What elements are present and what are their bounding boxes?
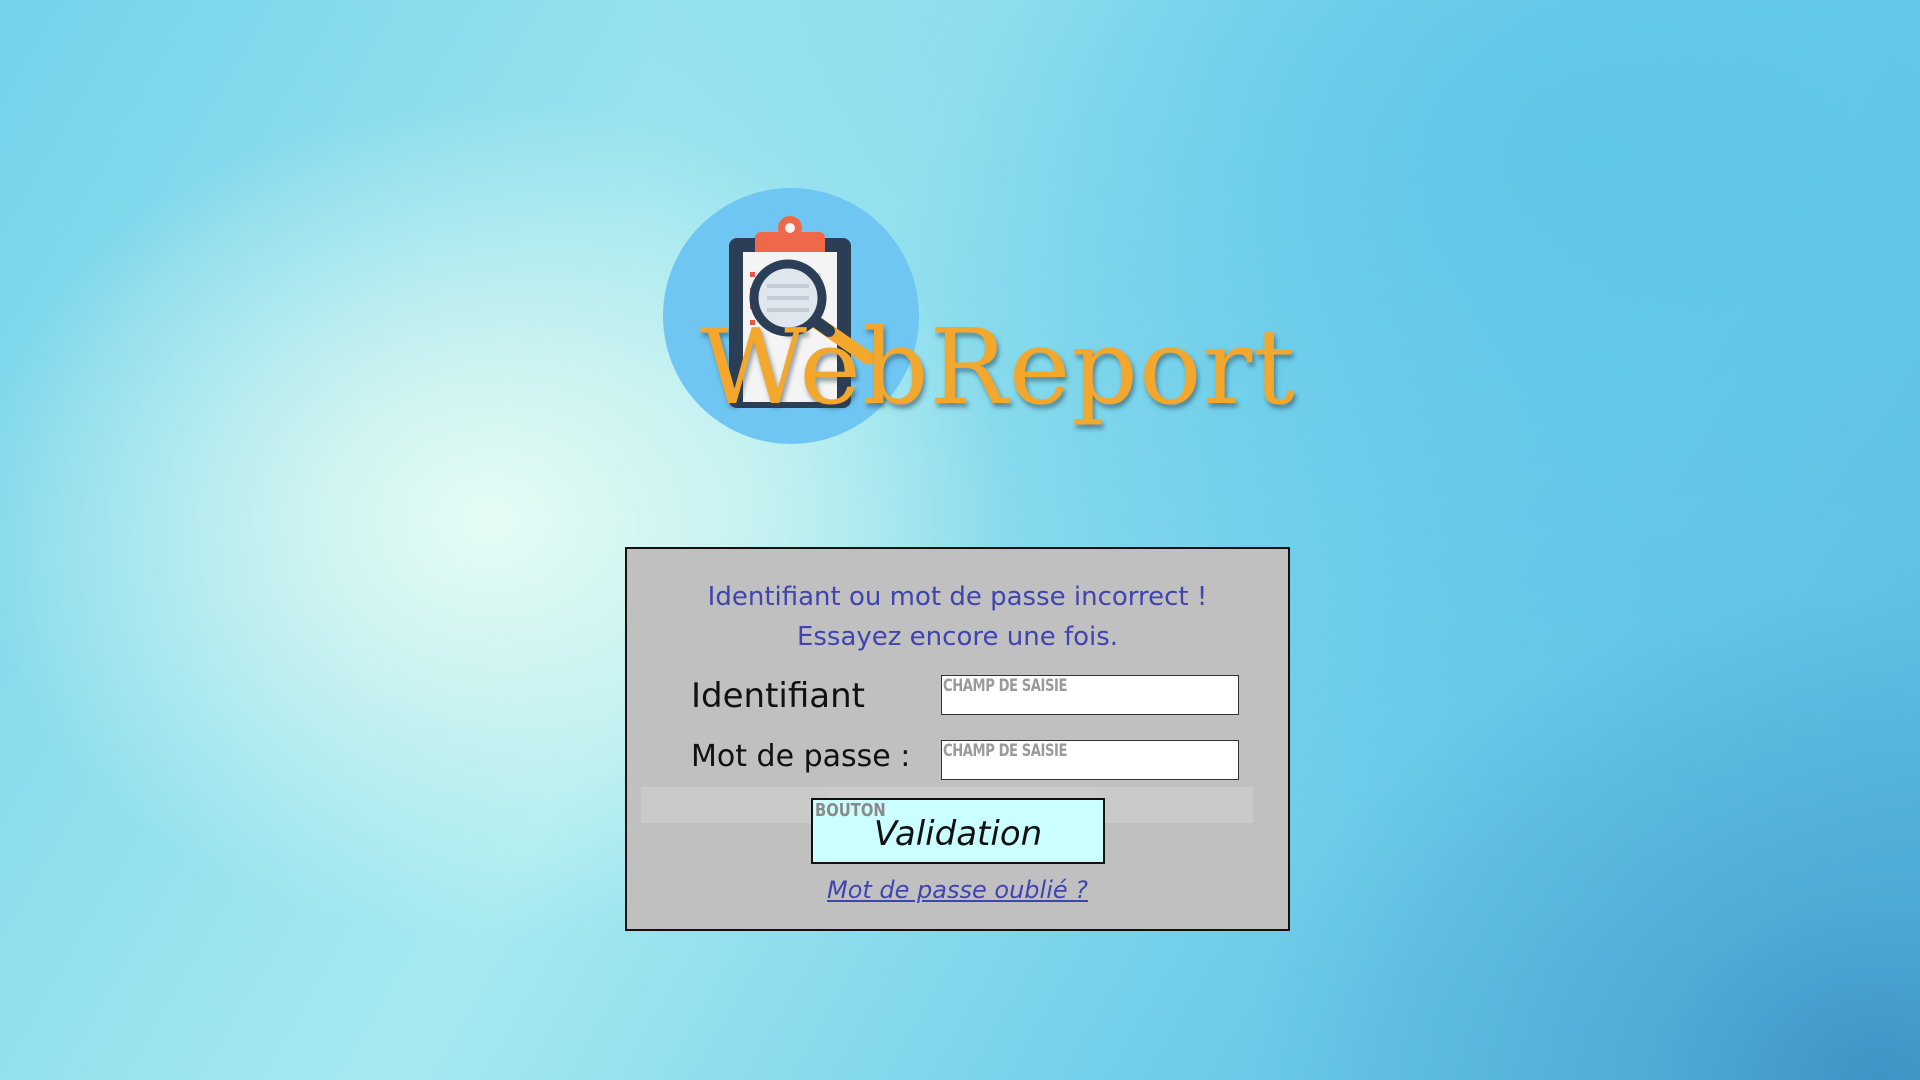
error-message: Identifiant ou mot de passe incorrect ! … <box>627 577 1288 657</box>
error-message-line-2: Essayez encore une fois. <box>796 622 1119 652</box>
password-input-tag: CHAMP DE SAISIE <box>943 741 1068 761</box>
username-input-tag: CHAMP DE SAISIE <box>943 676 1068 696</box>
app-title: WebReport <box>700 306 1297 428</box>
forgot-password-link[interactable]: Mot de passe oublié ? <box>627 875 1288 905</box>
password-input[interactable]: CHAMP DE SAISIE <box>941 740 1239 780</box>
password-label: Mot de passe : <box>691 739 911 774</box>
error-message-line-1: Identifiant ou mot de passe incorrect ! <box>707 582 1208 612</box>
username-label: Identifiant <box>691 676 865 716</box>
validation-button[interactable]: BOUTON Validation <box>811 798 1105 864</box>
validation-button-label: Validation <box>873 814 1043 854</box>
app-logo: WebReport <box>660 185 1295 455</box>
login-panel: Identifiant ou mot de passe incorrect ! … <box>625 547 1290 931</box>
username-input[interactable]: CHAMP DE SAISIE <box>941 675 1239 715</box>
